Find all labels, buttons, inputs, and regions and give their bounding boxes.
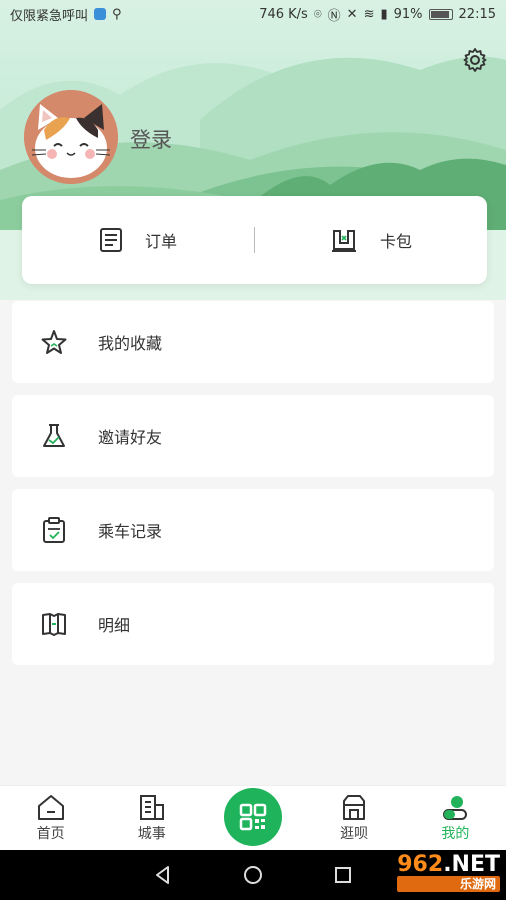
wallet-label: 卡包 xyxy=(379,232,412,251)
wifi-icon: ≋ xyxy=(363,6,375,22)
menu-label: 明细 xyxy=(98,616,131,635)
menu-item-invite[interactable]: 邀请好友 xyxy=(12,395,494,477)
tab-label: 首页 xyxy=(36,826,65,842)
menu-item-details[interactable]: 明细 xyxy=(12,583,494,665)
tab-label: 逛呗 xyxy=(340,826,369,842)
menu-label: 乘车记录 xyxy=(98,522,163,541)
battery-icon xyxy=(428,8,453,20)
clipboard-icon xyxy=(43,517,65,543)
usb-icon: ⚲ xyxy=(112,6,122,22)
tab-scan[interactable] xyxy=(213,788,293,846)
document-icon xyxy=(99,228,122,252)
menu-label: 我的收藏 xyxy=(98,334,163,353)
home-circle-icon[interactable] xyxy=(243,865,263,885)
battery-percent: 91% xyxy=(393,6,423,22)
star-icon xyxy=(41,330,67,354)
watermark-sub: 乐游网 xyxy=(397,876,500,892)
tab-label: 城事 xyxy=(137,826,166,842)
menu-item-favorites[interactable]: 我的收藏 xyxy=(12,301,494,383)
book-icon xyxy=(42,613,66,636)
login-link[interactable]: 登录 xyxy=(130,124,172,154)
wallet-icon xyxy=(331,230,356,252)
watermark-logo: 962.NET 乐游网 xyxy=(397,854,500,892)
tab-city[interactable]: 城事 xyxy=(112,793,192,843)
status-left-text: 仅限紧急呼叫 xyxy=(10,8,89,24)
store-icon xyxy=(343,795,366,820)
settings-gear-icon[interactable] xyxy=(461,46,489,74)
tab-home[interactable]: 首页 xyxy=(11,793,91,843)
qr-code-icon xyxy=(239,803,267,831)
system-navigation-bar: 962.NET 乐游网 xyxy=(0,850,506,900)
qr-scan-button[interactable] xyxy=(223,788,282,846)
nfc-icon: Ⓝ xyxy=(327,8,341,24)
notification-icon xyxy=(94,8,107,20)
recents-icon[interactable] xyxy=(333,865,353,885)
network-speed: 746 K/s xyxy=(259,6,308,22)
tab-mine[interactable]: 我的 xyxy=(415,793,495,843)
mute-icon: ✕ xyxy=(346,6,358,22)
tab-shop[interactable]: 逛呗 xyxy=(314,793,394,843)
bottom-navigation: 首页 城事 逛呗 我的 xyxy=(0,785,506,850)
building-icon xyxy=(139,795,164,820)
back-icon[interactable] xyxy=(153,865,173,885)
menu-item-ride-records[interactable]: 乘车记录 xyxy=(12,489,494,571)
user-icon xyxy=(443,796,468,820)
avatar[interactable] xyxy=(24,90,118,184)
tab-label: 我的 xyxy=(441,826,470,842)
watermark-net: .NET xyxy=(443,852,500,877)
menu-label: 邀请好友 xyxy=(98,428,163,447)
cat-avatar-icon xyxy=(24,90,118,184)
watermark-number: 962 xyxy=(397,852,444,877)
flask-icon xyxy=(43,424,65,447)
home-icon xyxy=(37,795,64,820)
wallet-button[interactable]: 卡包 xyxy=(255,196,487,284)
signal-icon: ▮ xyxy=(380,6,388,22)
orders-label: 订单 xyxy=(144,232,177,251)
location-icon: ⌾ xyxy=(313,6,322,22)
orders-wallet-card: 订单 卡包 xyxy=(22,196,487,284)
clock: 22:15 xyxy=(458,6,496,22)
status-bar: 仅限紧急呼叫 ⚲ 746 K/s ⌾ Ⓝ ✕ ≋ ▮ 91% 22:15 xyxy=(0,0,506,28)
orders-button[interactable]: 订单 xyxy=(22,196,254,284)
